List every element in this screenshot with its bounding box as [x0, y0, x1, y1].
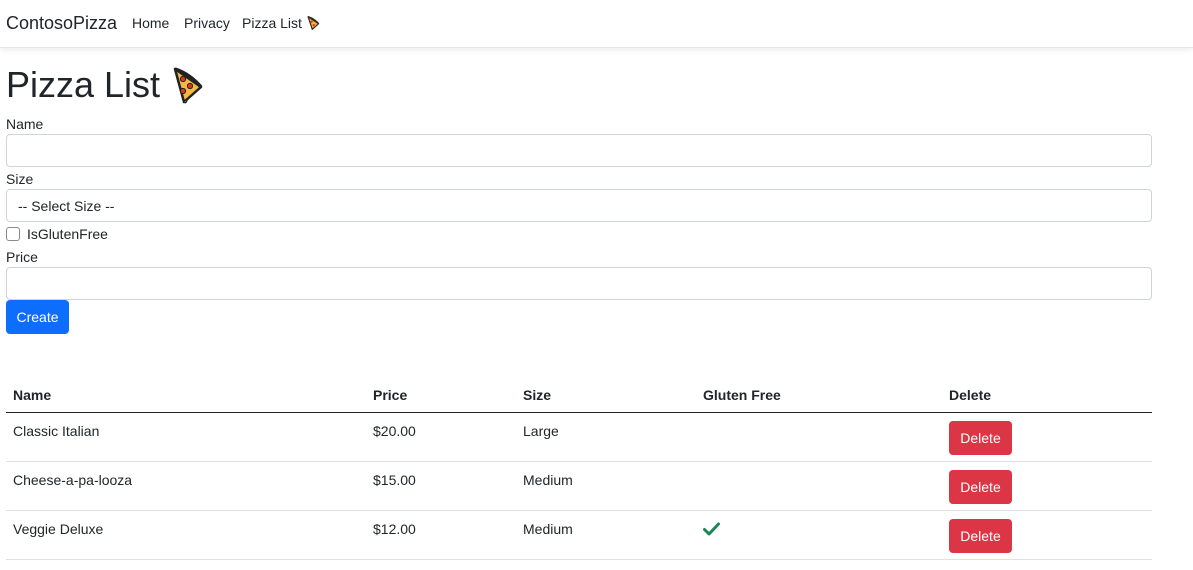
- brand-link[interactable]: ContosoPizza: [6, 13, 117, 34]
- table-header: Name Price Size Gluten Free Delete: [6, 378, 1152, 413]
- header-price: Price: [373, 387, 408, 403]
- gluten-free-checkbox[interactable]: [6, 227, 20, 241]
- nav-pizza-list-label: Pizza List: [242, 15, 302, 31]
- nav-home-link[interactable]: Home: [132, 15, 169, 31]
- table-row: Veggie Deluxe $12.00 Medium Delete: [6, 511, 1152, 560]
- row-name: Classic Italian: [13, 423, 100, 439]
- pizza-icon: [307, 15, 320, 30]
- row-size: Medium: [523, 521, 573, 537]
- create-button[interactable]: Create: [6, 300, 69, 334]
- header-gluten-free: Gluten Free: [703, 387, 781, 403]
- header-size: Size: [523, 387, 552, 403]
- row-name: Veggie Deluxe: [13, 521, 104, 537]
- pizza-table: Name Price Size Gluten Free Delete Class…: [6, 378, 1152, 560]
- size-select[interactable]: -- Select Size --: [6, 189, 1152, 222]
- gluten-free-row: IsGlutenFree: [6, 226, 108, 242]
- nav-pizza-list-link[interactable]: Pizza List: [242, 15, 320, 31]
- page-title: Pizza List: [6, 62, 204, 108]
- size-select-value: -- Select Size --: [18, 197, 115, 214]
- size-label: Size: [6, 171, 34, 187]
- table-row: Classic Italian $20.00 Large Delete: [6, 413, 1152, 462]
- row-price: $12.00: [373, 521, 416, 537]
- delete-button[interactable]: Delete: [949, 470, 1012, 504]
- delete-button[interactable]: Delete: [949, 421, 1012, 455]
- table-row: Cheese-a-pa-looza $15.00 Medium Delete: [6, 462, 1152, 511]
- gluten-free-label: IsGlutenFree: [27, 226, 108, 242]
- row-size: Large: [523, 423, 559, 439]
- price-label: Price: [6, 249, 38, 265]
- pizza-icon: [173, 67, 203, 104]
- navbar: ContosoPizza Home Privacy Pizza List: [0, 0, 1193, 48]
- check-icon: [703, 522, 720, 536]
- header-name: Name: [13, 387, 52, 403]
- page-title-text: Pizza List: [6, 64, 161, 105]
- row-name: Cheese-a-pa-looza: [13, 472, 133, 488]
- row-price: $15.00: [373, 472, 416, 488]
- delete-button[interactable]: Delete: [949, 519, 1012, 553]
- name-input[interactable]: [6, 134, 1152, 167]
- row-size: Medium: [523, 472, 573, 488]
- row-price: $20.00: [373, 423, 416, 439]
- price-input[interactable]: [6, 267, 1152, 300]
- header-delete: Delete: [949, 387, 992, 403]
- name-label: Name: [6, 116, 44, 132]
- nav-privacy-link[interactable]: Privacy: [184, 15, 230, 31]
